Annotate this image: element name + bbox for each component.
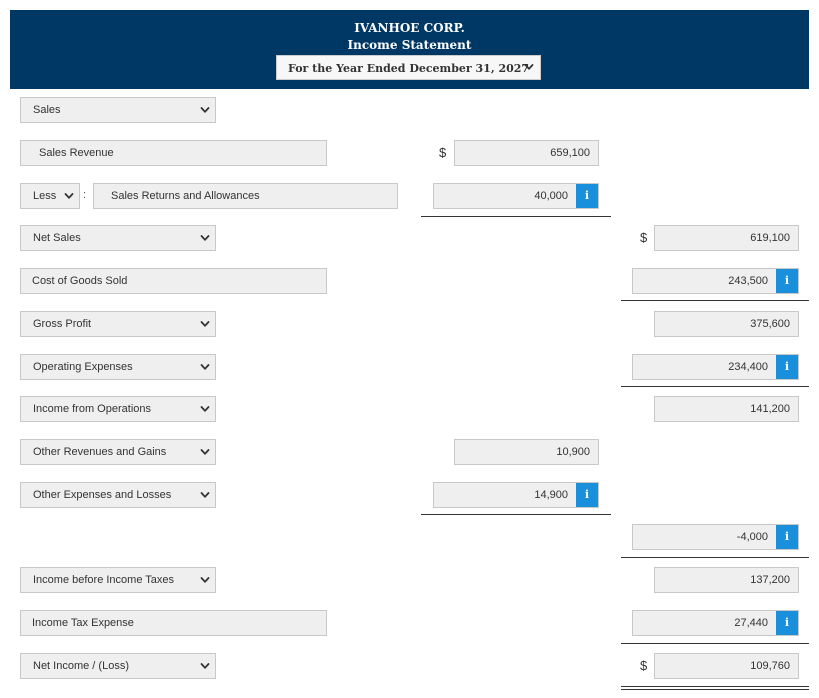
sales-returns-field[interactable]: Sales Returns and Allowances <box>93 183 398 209</box>
sales-revenue-amount[interactable]: 659,100 <box>454 140 599 166</box>
total-double-rule <box>621 686 809 690</box>
income-tax-expense-amount[interactable]: 27,440 i <box>632 610 799 636</box>
other-expenses-amount[interactable]: 14,900 i <box>433 482 599 508</box>
subtotal-rule <box>621 557 809 558</box>
net-income-amount[interactable]: 109,760 <box>654 653 799 679</box>
gross-profit-label: Gross Profit <box>33 318 92 330</box>
income-before-taxes-select[interactable]: Income before Income Taxes <box>20 567 216 593</box>
company-name: IVANHOE CORP. <box>354 21 465 35</box>
less-select-label: Less <box>33 190 57 202</box>
income-tax-expense-field[interactable]: Income Tax Expense <box>20 610 327 636</box>
operating-expenses-value: 234,400 <box>728 361 768 373</box>
sales-returns-label: Sales Returns and Allowances <box>111 190 260 202</box>
income-before-taxes-label: Income before Income Taxes <box>33 574 175 586</box>
net-sales-label: Net Sales <box>33 232 81 244</box>
net-sales-amount[interactable]: 619,100 <box>654 225 799 251</box>
less-select[interactable]: Less <box>20 183 80 209</box>
info-icon[interactable]: i <box>776 525 798 549</box>
net-income-label: Net Income / (Loss) <box>33 660 129 672</box>
income-from-operations-label: Income from Operations <box>33 403 151 415</box>
income-before-taxes-amount[interactable]: 137,200 <box>654 567 799 593</box>
other-net-amount[interactable]: -4,000 i <box>632 524 799 550</box>
sales-revenue-field[interactable]: Sales Revenue <box>20 140 327 166</box>
other-revenues-amount[interactable]: 10,900 <box>454 439 599 465</box>
income-from-operations-value: 141,200 <box>750 403 790 415</box>
chevron-down-icon <box>200 233 210 243</box>
chevron-down-icon <box>200 447 210 457</box>
cogs-field[interactable]: Cost of Goods Sold <box>20 268 327 294</box>
sales-returns-amount[interactable]: 40,000 i <box>433 183 599 209</box>
income-before-taxes-value: 137,200 <box>750 574 790 586</box>
cogs-label: Cost of Goods Sold <box>32 275 128 287</box>
chevron-down-icon <box>200 362 210 372</box>
chevron-down-icon <box>200 575 210 585</box>
sales-select-label: Sales <box>33 104 61 116</box>
income-tax-expense-value: 27,440 <box>734 617 768 629</box>
subtotal-rule <box>621 300 809 301</box>
gross-profit-amount[interactable]: 375,600 <box>654 311 799 337</box>
sales-revenue-value: 659,100 <box>550 147 590 159</box>
chevron-down-icon <box>200 404 210 414</box>
chevron-down-icon <box>64 191 74 201</box>
info-icon[interactable]: i <box>576 483 598 507</box>
cogs-amount[interactable]: 243,500 i <box>632 268 799 294</box>
info-icon[interactable]: i <box>776 355 798 379</box>
chevron-down-icon <box>200 105 210 115</box>
income-from-operations-amount[interactable]: 141,200 <box>654 396 799 422</box>
other-revenues-select[interactable]: Other Revenues and Gains <box>20 439 216 465</box>
operating-expenses-label: Operating Expenses <box>33 361 133 373</box>
other-net-value: -4,000 <box>736 531 768 543</box>
info-icon[interactable]: i <box>576 184 598 208</box>
other-expenses-select[interactable]: Other Expenses and Losses <box>20 482 216 508</box>
info-icon[interactable]: i <box>776 269 798 293</box>
colon-separator: : <box>83 189 87 201</box>
dollar-sign: $ <box>640 230 648 245</box>
dollar-sign: $ <box>439 145 447 160</box>
chevron-down-icon <box>200 319 210 329</box>
chevron-down-icon <box>200 490 210 500</box>
gross-profit-select[interactable]: Gross Profit <box>20 311 216 337</box>
net-income-select[interactable]: Net Income / (Loss) <box>20 653 216 679</box>
period-select-label: For the Year Ended December 31, 2027 <box>288 62 530 75</box>
operating-expenses-select[interactable]: Operating Expenses <box>20 354 216 380</box>
sales-select[interactable]: Sales <box>20 97 216 123</box>
operating-expenses-amount[interactable]: 234,400 i <box>632 354 799 380</box>
chevron-down-icon <box>524 62 534 72</box>
net-sales-value: 619,100 <box>750 232 790 244</box>
other-expenses-value: 14,900 <box>534 489 568 501</box>
dollar-sign: $ <box>640 658 648 673</box>
chevron-down-icon <box>200 661 210 671</box>
statement-header: IVANHOE CORP. Income Statement For the Y… <box>10 10 809 89</box>
other-expenses-label: Other Expenses and Losses <box>33 489 172 501</box>
income-tax-expense-label: Income Tax Expense <box>32 617 134 629</box>
net-sales-select[interactable]: Net Sales <box>20 225 216 251</box>
info-icon[interactable]: i <box>776 611 798 635</box>
gross-profit-value: 375,600 <box>750 318 790 330</box>
period-select[interactable]: For the Year Ended December 31, 2027 <box>276 55 541 80</box>
statement-title: Income Statement <box>347 38 472 52</box>
sales-revenue-label: Sales Revenue <box>39 147 114 159</box>
subtotal-rule <box>421 216 611 217</box>
subtotal-rule <box>621 643 809 644</box>
cogs-value: 243,500 <box>728 275 768 287</box>
subtotal-rule <box>621 386 809 387</box>
other-revenues-label: Other Revenues and Gains <box>33 446 167 458</box>
sales-returns-value: 40,000 <box>534 190 568 202</box>
income-from-operations-select[interactable]: Income from Operations <box>20 396 216 422</box>
subtotal-rule <box>421 514 611 515</box>
other-revenues-value: 10,900 <box>556 446 590 458</box>
net-income-value: 109,760 <box>750 660 790 672</box>
